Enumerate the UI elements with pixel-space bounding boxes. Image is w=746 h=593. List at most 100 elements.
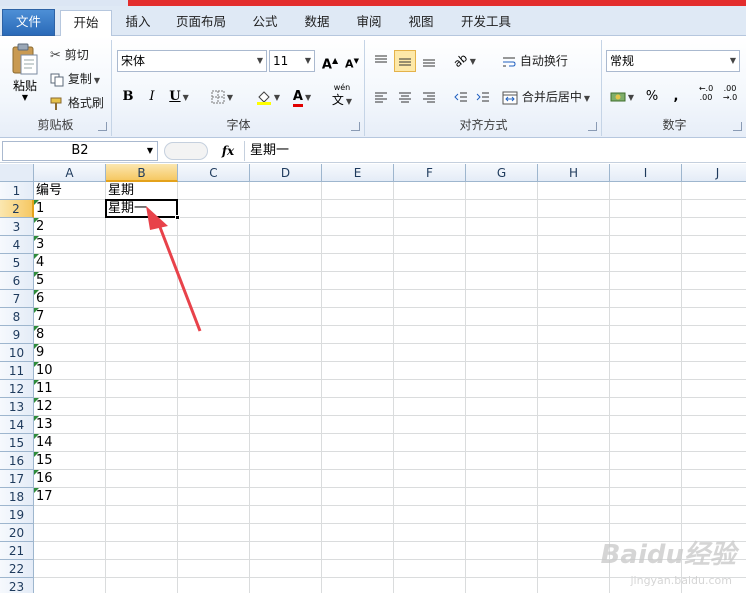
shrink-font-button[interactable]: A▼	[341, 50, 363, 72]
tab-home[interactable]: 开始	[60, 10, 112, 37]
copy-dropdown-icon[interactable]: ▼	[94, 76, 100, 85]
decrease-indent-button[interactable]	[450, 86, 472, 108]
annotation-arrow-icon	[146, 206, 202, 332]
tab-developer[interactable]: 开发工具	[451, 10, 521, 36]
tab-formulas[interactable]: 公式	[243, 10, 287, 36]
alignment-launcher-icon[interactable]	[588, 122, 597, 131]
format-painter-icon	[50, 97, 62, 110]
borders-icon	[211, 90, 225, 103]
align-center-icon	[399, 92, 411, 102]
insert-function-button[interactable]: fx	[216, 141, 240, 161]
clipboard-group-label: 剪贴板	[37, 118, 74, 132]
annotation-arrow-shaft	[156, 221, 202, 332]
tab-review[interactable]: 审阅	[347, 10, 391, 36]
number-format-select[interactable]: 常规 ▼	[606, 50, 740, 72]
align-right-button[interactable]	[418, 86, 440, 108]
watermark-logo: Baidu经验	[600, 540, 736, 570]
number-group-label: 数字	[662, 118, 687, 132]
scissors-icon: ✂	[50, 47, 61, 63]
font-color-icon: A	[292, 90, 303, 107]
wrap-text-label: 自动换行	[519, 54, 568, 68]
orientation-button[interactable]: ab▼	[450, 50, 480, 72]
align-middle-icon	[399, 58, 411, 65]
alignment-group: ab▼ 自动换行 合并后居中 ▼ 对齐方式	[366, 40, 602, 136]
font-color-button[interactable]: A ▼	[285, 86, 319, 108]
align-middle-button[interactable]	[394, 50, 416, 72]
currency-icon	[610, 92, 626, 101]
ribbon: 粘贴 ▼ ✂ 剪切 复制 ▼ 格式刷 剪贴板 宋体 ▼ 11 ▼ A▲ A▼ B I …	[0, 36, 746, 138]
percent-button[interactable]: %	[641, 86, 663, 108]
chevron-down-icon: ▼	[146, 146, 153, 155]
chevron-down-icon: ▼	[256, 56, 263, 65]
copy-button[interactable]: 复制 ▼	[50, 68, 100, 90]
grow-font-button[interactable]: A▲	[319, 50, 341, 72]
phonetic-char: 文	[331, 93, 344, 107]
font-size-value: 11	[273, 54, 289, 68]
align-top-button[interactable]	[370, 50, 392, 72]
phonetic-button[interactable]: wén 文 ▼	[327, 82, 357, 110]
paste-label: 粘贴	[12, 79, 37, 93]
paste-icon	[12, 43, 38, 75]
annotation-arrow-head	[146, 206, 168, 230]
increase-decimal-button[interactable]: ←.0 .00	[695, 84, 717, 106]
grow-font-glyph: A	[321, 57, 332, 73]
font-name-select[interactable]: 宋体 ▼	[117, 50, 267, 72]
paste-button[interactable]: 粘贴 ▼	[6, 42, 44, 112]
italic-button[interactable]: I	[141, 86, 163, 108]
align-left-icon	[375, 92, 387, 102]
font-launcher-icon[interactable]	[351, 122, 360, 131]
borders-button[interactable]: ▼	[205, 86, 239, 108]
paste-dropdown-icon[interactable]: ▼	[6, 93, 44, 103]
wrap-text-button[interactable]: 自动换行	[502, 50, 568, 72]
decrease-indent-icon	[454, 92, 467, 101]
chevron-down-icon: ▼	[304, 56, 311, 65]
fill-color-button[interactable]: ▼	[251, 86, 285, 108]
font-size-select[interactable]: 11 ▼	[269, 50, 315, 72]
merge-center-label: 合并后居中	[521, 90, 582, 104]
cut-label: 剪切	[64, 48, 89, 62]
number-launcher-icon[interactable]	[733, 122, 742, 131]
bold-button[interactable]: B	[117, 86, 139, 108]
underline-glyph: U	[169, 89, 181, 104]
align-center-button[interactable]	[394, 86, 416, 108]
align-bottom-icon	[423, 59, 435, 66]
copy-icon	[50, 73, 64, 86]
wrap-text-icon	[503, 57, 516, 66]
format-painter-button[interactable]: 格式刷	[50, 92, 104, 114]
clipboard-group: 粘贴 ▼ ✂ 剪切 复制 ▼ 格式刷 剪贴板	[0, 40, 112, 136]
phonetic-icon: 文 ▼	[331, 93, 353, 107]
comma-button[interactable]: ,	[665, 86, 687, 108]
merge-center-icon	[502, 91, 518, 104]
formula-input[interactable]: 星期一	[244, 141, 744, 161]
decrease-decimal-button[interactable]: .00 →.0	[719, 84, 741, 106]
watermark-url: jingyan.baidu.com	[630, 574, 732, 587]
cut-button[interactable]: ✂ 剪切	[50, 44, 89, 66]
increase-indent-icon	[476, 92, 489, 101]
increase-indent-button[interactable]	[472, 86, 494, 108]
currency-button[interactable]: ▼	[607, 86, 637, 108]
formula-bar: B2 ▼ fx 星期一	[0, 139, 746, 163]
align-left-button[interactable]	[370, 86, 392, 108]
worksheet-grid[interactable]: A B C D E F G H I J 1 编号 星期 2 1 星期一 3 2 4 3 5 4 6 5 7 6 8 7 9 8 10 9 11 1…	[0, 164, 746, 593]
tab-insert[interactable]: 插入	[116, 10, 160, 36]
align-top-icon	[375, 55, 387, 62]
orientation-icon: ab	[451, 51, 471, 71]
clipboard-launcher-icon[interactable]	[98, 122, 107, 131]
number-format-value: 常规	[610, 54, 635, 68]
number-group: 常规 ▼ ▼ % , ←.0 .00 .00 →.0 数字	[603, 40, 746, 136]
font-group: 宋体 ▼ 11 ▼ A▲ A▼ B I U ▼ ▼ ▼ A ▼ wén 文 ▼ 字体	[113, 40, 365, 136]
chevron-down-icon: ▼	[729, 56, 736, 65]
align-bottom-button[interactable]	[418, 50, 440, 72]
tab-file[interactable]: 文件	[2, 9, 55, 36]
tab-data[interactable]: 数据	[295, 10, 339, 36]
align-right-icon	[423, 92, 435, 102]
name-box[interactable]: B2 ▼	[2, 141, 158, 161]
name-box-value: B2	[71, 143, 89, 158]
tab-page-layout[interactable]: 页面布局	[166, 10, 236, 36]
copy-label: 复制	[67, 72, 92, 86]
underline-button[interactable]: U ▼	[165, 86, 193, 108]
formula-bar-resizer[interactable]	[164, 142, 208, 160]
tab-view[interactable]: 视图	[399, 10, 443, 36]
ribbon-tab-bar: 文件 开始 插入 页面布局 公式 数据 审阅 视图 开发工具	[0, 6, 746, 37]
merge-center-button[interactable]: 合并后居中 ▼	[502, 86, 590, 108]
